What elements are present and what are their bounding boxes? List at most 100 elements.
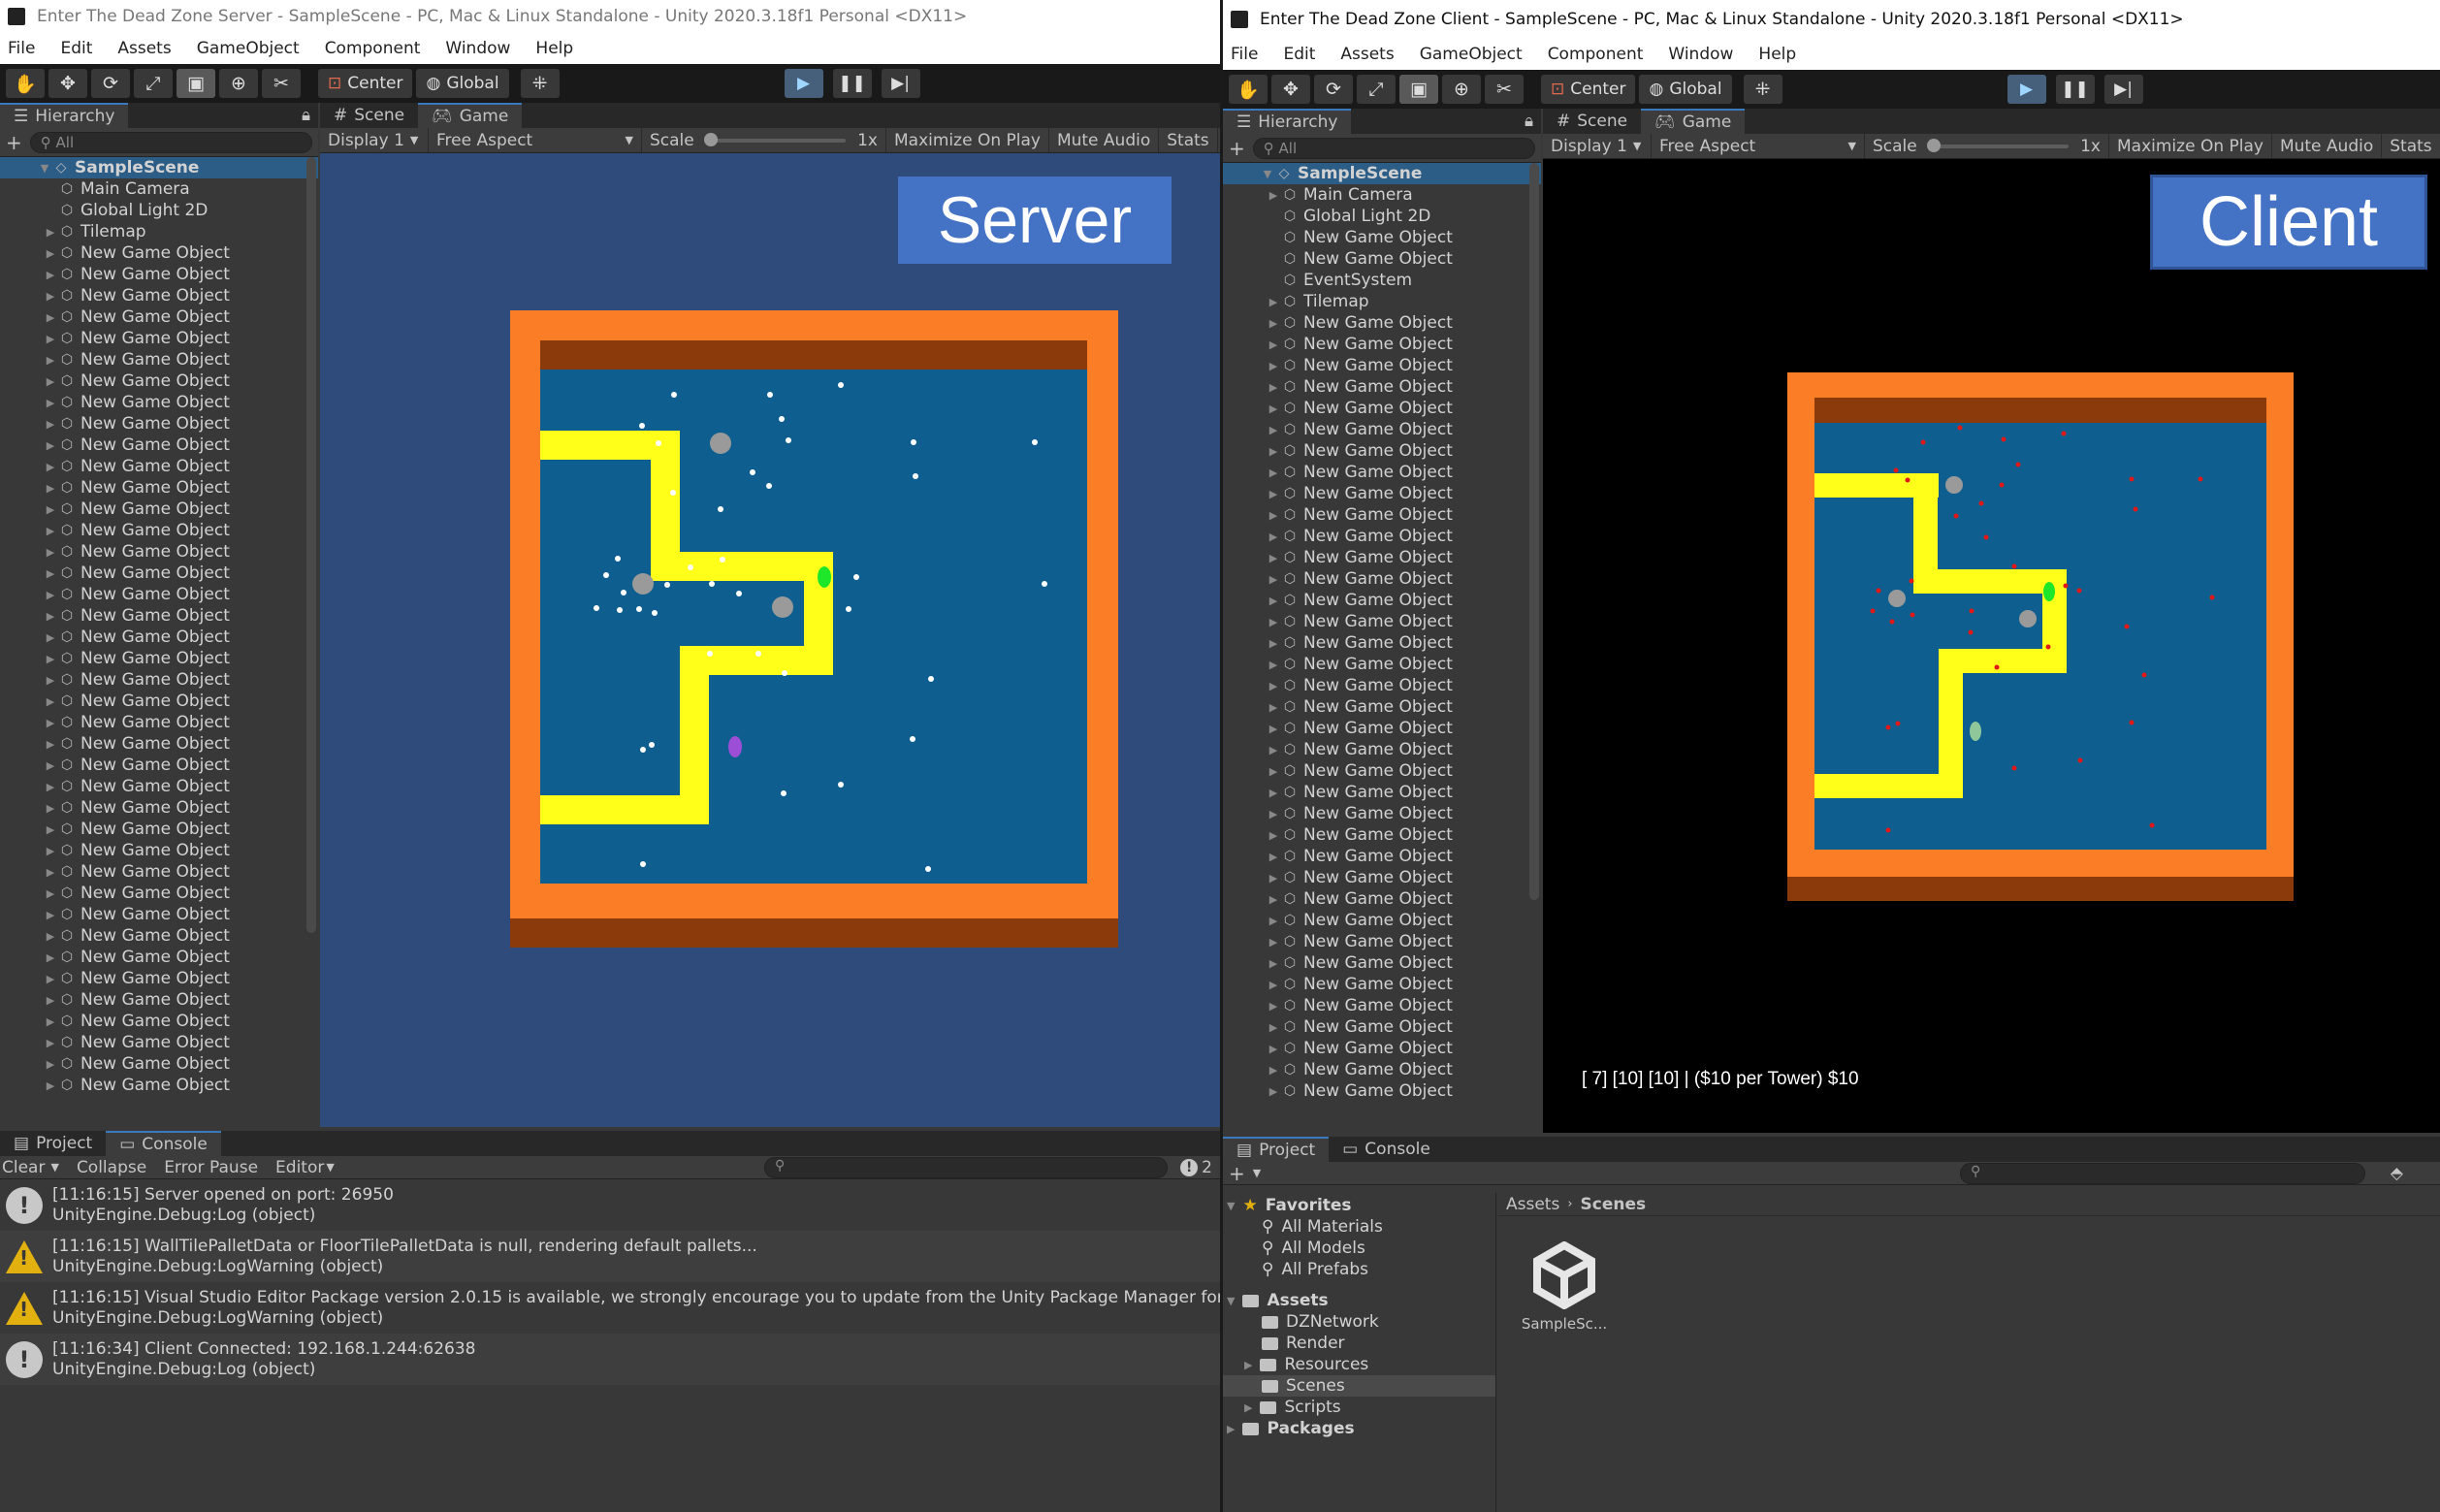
hierarchy-item[interactable]: ▶ ⬡ New Game Object <box>1223 782 1541 803</box>
hierarchy-item[interactable]: ▶ ⬡ New Game Object <box>1223 462 1541 483</box>
hierarchy-item[interactable]: ▶ ⬡ New Game Object <box>1223 355 1541 376</box>
hierarchy-item[interactable]: ▶ ⬡ New Game Object <box>1223 910 1541 931</box>
hierarchy-item[interactable]: ⬡ Global Light 2D <box>0 200 318 221</box>
tab-scene[interactable]: # Scene <box>1543 109 1642 134</box>
stats-toggle[interactable]: Stats <box>1159 128 1218 152</box>
hierarchy-item[interactable]: ▶ ⬡ New Game Object <box>1223 803 1541 824</box>
maximize-on-play-toggle[interactable]: Maximize On Play <box>2109 134 2272 158</box>
expand-arrow-icon[interactable]: ▶ <box>1266 1085 1281 1098</box>
hierarchy-item[interactable]: ⬡ New Game Object <box>1223 248 1541 270</box>
hierarchy-item[interactable]: ▶ ⬡ New Game Object <box>1223 312 1541 334</box>
expand-arrow-icon[interactable]: ▶ <box>1266 872 1281 885</box>
expand-arrow-icon[interactable]: ▶ <box>1266 573 1281 586</box>
hierarchy-item[interactable]: ▶ ⬡ New Game Object <box>0 797 318 819</box>
hierarchy-item[interactable]: ▶ ⬡ Main Camera <box>1223 184 1541 206</box>
hierarchy-item[interactable]: ⬡ EventSystem <box>1223 270 1541 291</box>
expand-arrow-icon[interactable]: ▶ <box>1266 765 1281 778</box>
expand-arrow-icon[interactable]: ▶ <box>1266 317 1281 330</box>
play-button[interactable]: ▶ <box>2007 75 2046 104</box>
hierarchy-item[interactable]: ▶ ⬡ New Game Object <box>1223 675 1541 696</box>
menu-assets[interactable]: Assets <box>1340 45 1394 64</box>
hierarchy-item[interactable]: ▶ ⬡ New Game Object <box>1223 376 1541 398</box>
transform-tool-icon[interactable]: ⊕ <box>219 69 258 98</box>
collapse-toggle[interactable]: Collapse <box>77 1158 146 1177</box>
pivot-global-button[interactable]: ◍ Global <box>416 69 509 98</box>
expand-arrow-icon[interactable]: ▶ <box>43 717 58 729</box>
hierarchy-item[interactable]: ▶ ⬡ New Game Object <box>1223 760 1541 782</box>
expand-arrow-icon[interactable]: ▶ <box>43 567 58 580</box>
expand-arrow-icon[interactable]: ▶ <box>1266 445 1281 458</box>
hierarchy-item[interactable]: ▶ ⬡ New Game Object <box>0 904 318 925</box>
hierarchy-item[interactable]: ▶ ⬡ New Game Object <box>1223 483 1541 504</box>
expand-arrow-icon[interactable]: ▶ <box>43 1079 58 1092</box>
move-tool-icon[interactable]: ✥ <box>48 69 87 98</box>
hierarchy-item[interactable]: ▶ ⬡ New Game Object <box>1223 590 1541 611</box>
transform-tool-icon[interactable]: ⊕ <box>1442 75 1481 104</box>
packages-root[interactable]: ▶ Packages <box>1223 1418 1495 1439</box>
expand-arrow-icon[interactable]: ▶ <box>43 930 58 943</box>
play-button[interactable]: ▶ <box>784 69 823 98</box>
hierarchy-item[interactable]: ▶ ⬡ New Game Object <box>0 989 318 1011</box>
expand-arrow-icon[interactable]: ▶ <box>43 823 58 836</box>
step-button[interactable]: ▶| <box>881 69 920 98</box>
hierarchy-item[interactable]: ▶ ⬡ New Game Object <box>0 584 318 605</box>
stats-toggle[interactable]: Stats <box>2382 134 2440 158</box>
expand-arrow-icon[interactable]: ▶ <box>1266 509 1281 522</box>
clear-button[interactable]: Clear <box>2 1158 45 1177</box>
pause-button[interactable]: ❚❚ <box>832 69 872 98</box>
expand-arrow-icon[interactable]: ▶ <box>1266 1000 1281 1013</box>
menu-help[interactable]: Help <box>1758 45 1796 64</box>
hierarchy-item[interactable]: ▶ ⬡ New Game Object <box>1223 632 1541 654</box>
expand-arrow-icon[interactable]: ▶ <box>1266 701 1281 714</box>
display-dropdown[interactable]: Display 1 ▼ <box>320 128 429 152</box>
expand-arrow-icon[interactable]: ▶ <box>1266 402 1281 415</box>
tab-hierarchy[interactable]: ☰ Hierarchy <box>0 103 129 128</box>
project-search-input[interactable]: ⚲ <box>1960 1163 2365 1184</box>
expand-arrow-icon[interactable]: ▶ <box>43 759 58 772</box>
expand-arrow-icon[interactable]: ▶ <box>1266 659 1281 671</box>
breadcrumb-scenes[interactable]: Scenes <box>1581 1195 1647 1214</box>
rect-tool-icon[interactable]: ▣ <box>177 69 215 98</box>
folder-resources[interactable]: ▶ Resources <box>1223 1354 1495 1375</box>
breadcrumb-assets[interactable]: Assets <box>1506 1195 1559 1214</box>
hierarchy-item[interactable]: ▶ ⬡ New Game Object <box>0 627 318 648</box>
rotate-tool-icon[interactable]: ⟳ <box>1314 75 1353 104</box>
scale-tool-icon[interactable]: ⤢ <box>1357 75 1396 104</box>
hierarchy-item[interactable]: ▶ ⬡ New Game Object <box>1223 504 1541 526</box>
expand-arrow-icon[interactable]: ▶ <box>43 738 58 751</box>
pause-button[interactable]: ❚❚ <box>2055 75 2095 104</box>
expand-arrow-icon[interactable]: ▶ <box>43 866 58 879</box>
hierarchy-item[interactable]: ▶ ⬡ New Game Object <box>0 776 318 797</box>
hierarchy-item[interactable]: ▶ ⬡ New Game Object <box>1223 526 1541 547</box>
expand-arrow-icon[interactable]: ▶ <box>1266 616 1281 628</box>
expand-arrow-icon[interactable]: ▶ <box>1266 680 1281 692</box>
expand-arrow-icon[interactable]: ▶ <box>43 1037 58 1049</box>
grid-snap-icon[interactable]: ⁜ <box>1743 75 1782 104</box>
tab-game[interactable]: 🎮︎ Game <box>1641 109 1746 134</box>
hierarchy-item[interactable]: ▶ ⬡ New Game Object <box>1223 1059 1541 1080</box>
hierarchy-item[interactable]: ▶ ⬡ New Game Object <box>1223 398 1541 419</box>
hierarchy-item[interactable]: ▶ ⬡ New Game Object <box>1223 931 1541 952</box>
expand-arrow-icon[interactable]: ▶ <box>43 695 58 708</box>
menu-gameobject[interactable]: GameObject <box>1420 45 1523 64</box>
expand-arrow-icon[interactable]: ▶ <box>43 887 58 900</box>
hierarchy-item[interactable]: ▶ ⬡ New Game Object <box>1223 440 1541 462</box>
expand-arrow-icon[interactable]: ▶ <box>1266 1064 1281 1077</box>
expand-arrow-icon[interactable]: ▶ <box>43 1058 58 1071</box>
pivot-global-button[interactable]: ◍ Global <box>1639 75 1732 104</box>
expand-arrow-icon[interactable]: ▶ <box>1266 488 1281 500</box>
expand-arrow-icon[interactable]: ▶ <box>1266 189 1281 202</box>
hierarchy-item[interactable]: ▶ ⬡ New Game Object <box>0 456 318 477</box>
step-button[interactable]: ▶| <box>2103 75 2143 104</box>
console-log-entry[interactable]: ! [11:16:34] Client Connected: 192.168.1.… <box>0 1334 1220 1385</box>
menu-window[interactable]: Window <box>1668 45 1733 64</box>
expand-arrow-icon[interactable]: ▶ <box>1266 957 1281 970</box>
move-tool-icon[interactable]: ✥ <box>1271 75 1310 104</box>
pivot-center-button[interactable]: ⊡ Center <box>1541 75 1636 104</box>
expand-arrow-icon[interactable]: ▶ <box>43 525 58 537</box>
hierarchy-item[interactable]: ▶ ⬡ New Game Object <box>0 733 318 755</box>
maximize-on-play-toggle[interactable]: Maximize On Play <box>886 128 1049 152</box>
hierarchy-item[interactable]: ▶ ⬡ New Game Object <box>1223 654 1541 675</box>
assets-root[interactable]: ▼ Assets <box>1223 1290 1495 1311</box>
hierarchy-item[interactable]: ▶ ⬡ New Game Object <box>1223 1038 1541 1059</box>
